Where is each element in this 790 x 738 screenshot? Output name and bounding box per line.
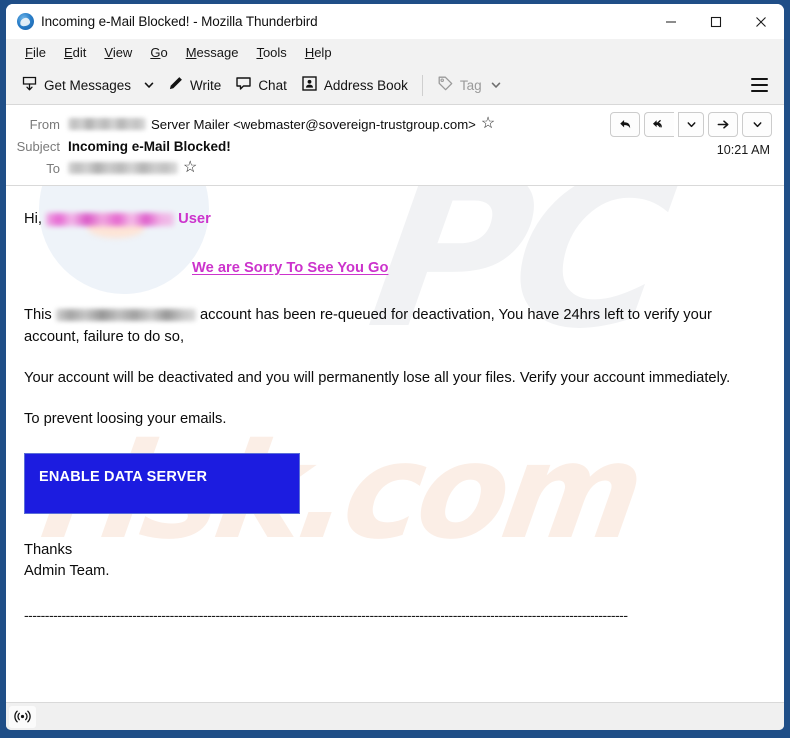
paragraph-3: To prevent loosing your emails. (24, 410, 227, 427)
reply-all-button[interactable] (644, 112, 674, 137)
paragraph-1: This account has been re-queued for deac… (24, 304, 764, 350)
get-messages-label: Get Messages (44, 77, 132, 93)
tag-chevron-down-icon[interactable] (490, 79, 502, 91)
message-body: PC risk.com Hi, User We are Sorry To See… (6, 186, 784, 702)
from-sender: Server Mailer <webmaster@sovereign-trust… (151, 116, 476, 132)
address-book-icon (301, 75, 318, 95)
signature-line-1: Thanks (24, 541, 73, 558)
menu-bar: File Edit View Go Message Tools Help (6, 39, 784, 66)
header-row-to: To ☆ (6, 157, 784, 179)
hamburger-line-1 (751, 78, 768, 80)
get-messages-icon (21, 75, 38, 95)
menu-rest-view: iew (112, 44, 133, 60)
thunderbird-window: Incoming e-Mail Blocked! - Mozilla Thund… (0, 0, 790, 738)
hamburger-line-2 (751, 84, 768, 86)
menu-rest-edit: dit (72, 44, 87, 60)
subject-value: Incoming e-Mail Blocked! (68, 138, 231, 154)
chat-label: Chat (258, 77, 287, 93)
paragraph-1-redacted-address (55, 308, 196, 321)
enable-data-server-button[interactable]: ENABLE DATA SERVER (24, 452, 300, 514)
status-bar (6, 702, 784, 730)
address-book-button[interactable]: Address Book (294, 71, 415, 99)
menu-accel-view: V (104, 44, 113, 60)
email-content: Hi, User We are Sorry To See You Go This… (24, 208, 766, 623)
menu-item-tools[interactable]: Tools (247, 43, 295, 62)
header-row-subject: Subject Incoming e-Mail Blocked! (6, 135, 784, 157)
enable-data-server-label: ENABLE DATA SERVER (39, 468, 208, 485)
from-label: From (29, 116, 60, 132)
divider-line: ----------------------------------------… (24, 607, 628, 624)
reply-dropdown-button[interactable] (678, 112, 704, 137)
thunderbird-logo-icon (17, 13, 34, 30)
window-inner: Incoming e-Mail Blocked! - Mozilla Thund… (6, 4, 784, 730)
sorry-link[interactable]: We are Sorry To See You Go (192, 260, 388, 276)
broadcast-icon[interactable] (9, 705, 36, 728)
greeting-prefix: Hi, (24, 211, 42, 227)
paragraph-1-prefix: This (24, 306, 52, 323)
menu-accel-help: H (304, 44, 315, 60)
subject-label: Subject (16, 138, 60, 154)
menu-accel-go: G (150, 44, 161, 60)
greeting-suffix: User (178, 211, 211, 227)
from-redacted-address (68, 118, 146, 130)
chat-bubble-icon (235, 75, 252, 95)
pencil-icon (167, 75, 184, 95)
app-menu-button[interactable] (745, 73, 774, 97)
message-time: 10:21 AM (716, 143, 770, 157)
get-messages-dropdown[interactable] (138, 75, 160, 95)
menu-item-go[interactable]: Go (141, 43, 176, 62)
tag-button[interactable]: Tag (430, 71, 509, 99)
from-value: Server Mailer <webmaster@sovereign-trust… (68, 116, 495, 132)
menu-rest-file: ile (32, 44, 46, 60)
menu-item-file[interactable]: File (16, 43, 55, 62)
window-title: Incoming e-Mail Blocked! - Mozilla Thund… (41, 14, 318, 29)
maximize-icon[interactable] (693, 4, 738, 39)
to-value: ☆ (68, 160, 197, 176)
write-label: Write (190, 77, 222, 93)
to-star-icon[interactable]: ☆ (183, 160, 197, 176)
reply-button[interactable] (610, 112, 640, 137)
get-messages-button[interactable]: Get Messages (14, 71, 138, 99)
menu-item-view[interactable]: View (95, 43, 141, 62)
tag-icon (437, 75, 454, 95)
address-book-label: Address Book (323, 77, 408, 93)
write-button[interactable]: Write (160, 71, 228, 99)
message-action-buttons (610, 112, 772, 137)
menu-item-edit[interactable]: Edit (55, 43, 95, 62)
toolbar-separator (421, 74, 423, 96)
menu-item-help[interactable]: Help (296, 43, 341, 62)
title-bar: Incoming e-Mail Blocked! - Mozilla Thund… (6, 4, 784, 39)
menu-accel-file: F (25, 44, 33, 60)
menu-rest-message: essage (196, 44, 239, 60)
forward-button[interactable] (708, 112, 738, 137)
greeting-line: Hi, User (24, 208, 764, 231)
menu-rest-help: elp (314, 44, 332, 60)
close-icon[interactable] (738, 4, 783, 39)
hamburger-line-3 (751, 90, 768, 92)
window-controls (648, 4, 784, 39)
sorry-link-line: We are Sorry To See You Go (192, 257, 766, 280)
tag-label: Tag (459, 77, 482, 93)
minimize-icon[interactable] (648, 4, 693, 39)
menu-accel-message: M (185, 44, 197, 60)
signature-line-2: Admin Team. (24, 563, 110, 580)
main-toolbar: Get Messages Write Chat Address Book Tag (6, 66, 784, 105)
to-label: To (46, 160, 60, 176)
menu-rest-tools: ools (262, 44, 287, 60)
more-actions-dropdown-button[interactable] (742, 112, 772, 137)
menu-accel-edit: E (63, 44, 73, 60)
to-redacted-address (68, 162, 178, 174)
menu-item-message[interactable]: Message (177, 43, 248, 62)
menu-rest-go: o (160, 44, 168, 60)
greeting-redacted-address (46, 212, 175, 226)
signature-block: Thanks Admin Team. (24, 540, 764, 584)
chat-button[interactable]: Chat (228, 71, 294, 99)
from-star-icon[interactable]: ☆ (481, 116, 495, 132)
paragraph-2: Your account will be deactivated and you… (24, 370, 731, 387)
message-header: From Server Mailer <webmaster@sovereign-… (6, 105, 784, 186)
